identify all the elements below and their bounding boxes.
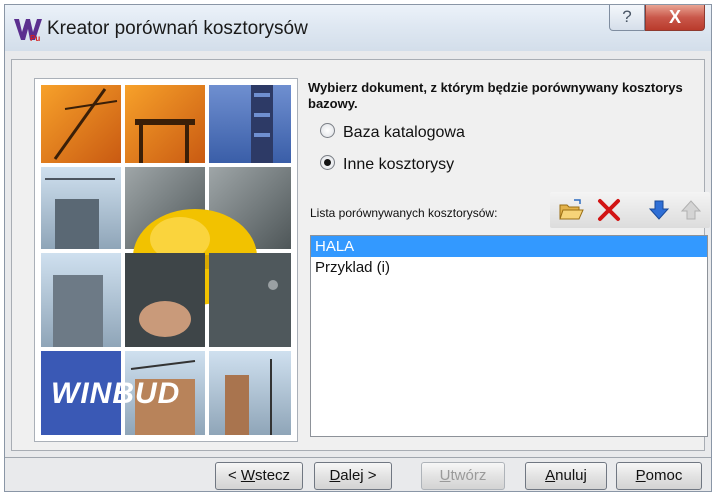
footer-separator (5, 457, 711, 458)
cancel-button[interactable]: Anuluj (525, 462, 607, 490)
help-button[interactable]: Pomoc (616, 462, 702, 490)
move-down-icon[interactable] (646, 198, 672, 222)
open-folder-icon[interactable] (558, 198, 584, 222)
move-up-icon[interactable] (678, 198, 704, 222)
radio-button-catalog[interactable] (320, 123, 335, 139)
radio-selected-dot (324, 159, 331, 167)
title-bar[interactable]: Pu Kreator porównań kosztorysów ? X (5, 5, 711, 51)
wizard-window: Pu Kreator porównań kosztorysów ? X WINB… (4, 4, 712, 492)
list-label: Lista porównywanych kosztorysów: (310, 206, 498, 220)
winbud-picture: WINBUD (34, 78, 298, 442)
close-button[interactable]: X (645, 5, 705, 31)
radio-label-catalog: Baza katalogowa (343, 124, 465, 141)
radio-label-other-estimates: Inne kosztorysy (343, 156, 455, 173)
wizard-content: WINBUD Wybierz dokument, z którym będzie… (11, 59, 710, 451)
back-button[interactable]: < Wstecz (215, 462, 303, 490)
estimates-listbox[interactable]: HALA Przyklad (i) (310, 235, 708, 437)
winbud-logo: WINBUD (51, 377, 181, 410)
winbud-app-icon: Pu (14, 19, 42, 42)
radio-button-other-estimates[interactable] (320, 155, 335, 171)
list-toolbar (550, 192, 710, 228)
help-title-button[interactable]: ? (609, 5, 645, 31)
list-item[interactable]: HALA (311, 236, 707, 257)
next-button[interactable]: Dalej > (314, 462, 392, 490)
radio-option-catalog[interactable]: Baza katalogowa (320, 123, 465, 144)
instruction-text: Wybierz dokument, z którym będzie porówn… (308, 80, 683, 111)
list-item[interactable]: Przyklad (i) (311, 257, 707, 278)
svg-text:Pu: Pu (30, 34, 40, 42)
delete-icon[interactable] (596, 198, 622, 222)
radio-option-other-estimates[interactable]: Inne kosztorysy (320, 155, 455, 176)
window-title: Kreator porównań kosztorysów (47, 18, 308, 39)
create-button[interactable]: Utwórz (421, 462, 505, 490)
